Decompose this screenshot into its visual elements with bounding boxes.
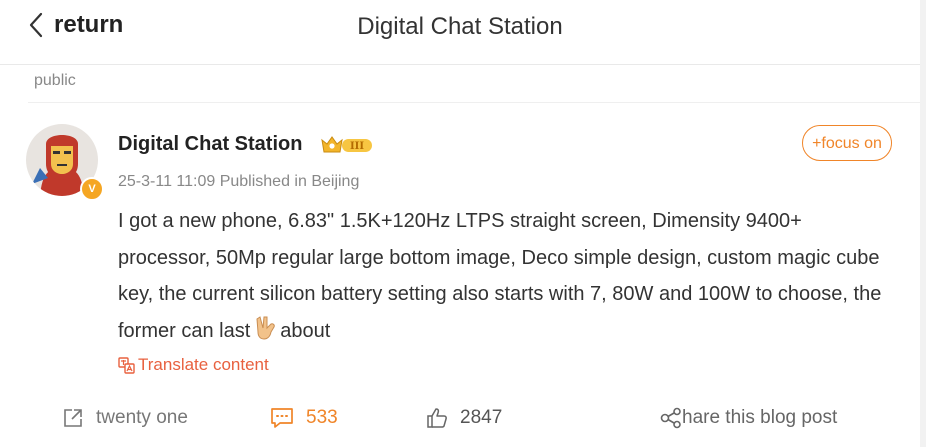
repost-icon	[660, 407, 681, 429]
post-detail-page: return Digital Chat Station public V Dig…	[0, 0, 920, 447]
translate-icon	[118, 356, 135, 374]
follow-button[interactable]: +focus on	[802, 125, 892, 161]
header-divider	[0, 64, 920, 65]
comment-count: 533	[306, 407, 338, 428]
page-title: Digital Chat Station	[357, 13, 563, 40]
share-button[interactable]: twenty one	[62, 398, 188, 438]
avatar[interactable]: V	[26, 124, 104, 201]
level-badge-label: III	[350, 141, 364, 152]
translate-label: Translate content	[138, 355, 269, 374]
top-bar: return Digital Chat Station	[0, 0, 920, 54]
section-divider	[28, 102, 920, 103]
comment-button[interactable]: 533	[270, 398, 338, 438]
post-meta: 25-3-11 11:09 Published in Beijing	[118, 173, 360, 190]
author-name[interactable]: Digital Chat Station	[118, 131, 302, 157]
post-text-end: about	[280, 319, 331, 342]
victory-hand-icon	[254, 315, 278, 354]
verified-badge: V	[80, 177, 104, 201]
post-body: I got a new phone, 6.83" 1.5K+120Hz LTPS…	[118, 203, 898, 353]
repost-button[interactable]: hare this blog post	[660, 398, 837, 438]
translate-button[interactable]: Translate content	[118, 354, 269, 376]
member-level-badge-icon: III	[321, 136, 372, 153]
visibility-label: public	[34, 72, 76, 89]
action-bar: twenty one 533 2847 hare this blog post	[0, 398, 920, 438]
repost-label: hare this blog post	[682, 407, 838, 428]
like-count: 2847	[460, 407, 503, 428]
page-edge	[920, 0, 926, 447]
like-button[interactable]: 2847	[426, 398, 502, 438]
share-label: twenty one	[96, 407, 188, 428]
thumbs-up-icon	[427, 408, 447, 428]
comment-icon	[271, 408, 293, 428]
post-text: I got a new phone, 6.83" 1.5K+120Hz LTPS…	[118, 210, 882, 342]
share-icon	[64, 409, 82, 427]
